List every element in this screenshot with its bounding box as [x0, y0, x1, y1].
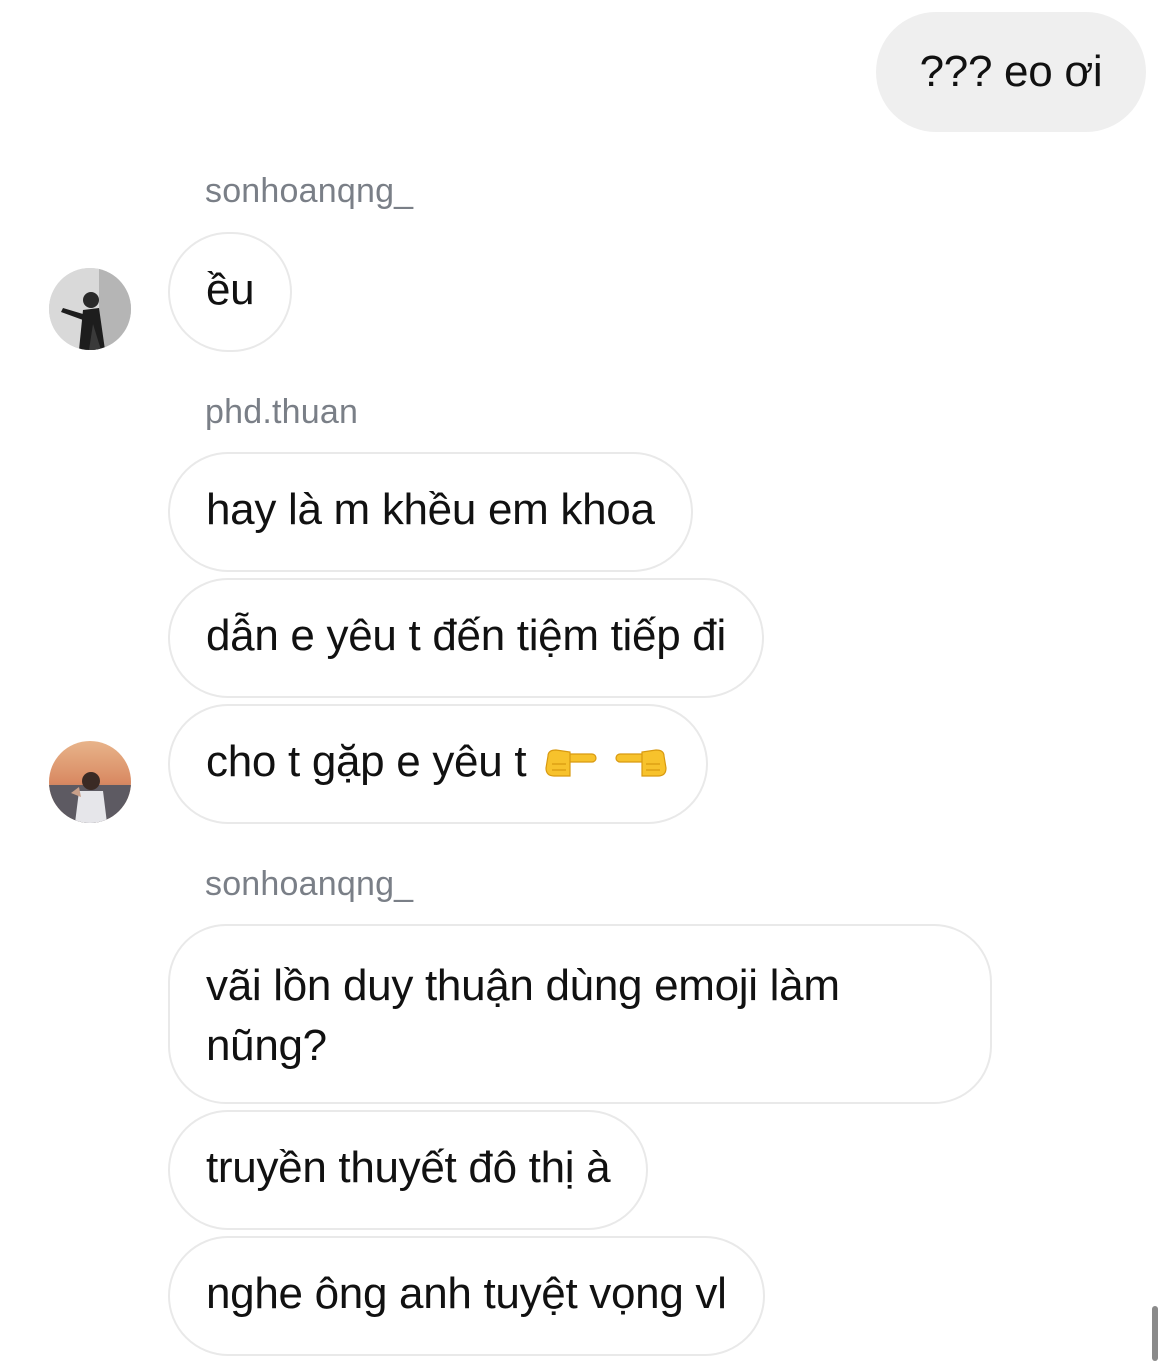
- incoming-message[interactable]: vãi lồn duy thuận dùng emoji làm nũng?: [168, 924, 992, 1104]
- sender-name: sonhoanqng_: [205, 865, 414, 903]
- message-text: truyền thuyết đô thị à: [206, 1143, 611, 1192]
- message-text: ều: [206, 265, 255, 314]
- message-text: ??? eo ơi: [919, 47, 1103, 96]
- message-text: nghe ông anh tuyệt vọng vl: [206, 1269, 727, 1318]
- pointing-right-icon: [542, 736, 598, 796]
- avatar-sonhoanqng[interactable]: [49, 268, 131, 350]
- incoming-message[interactable]: dẫn e yêu t đến tiệm tiếp đi: [168, 578, 764, 698]
- message-text: vãi lồn duy thuận dùng emoji làm nũng?: [206, 961, 840, 1070]
- incoming-message[interactable]: truyền thuyết đô thị à: [168, 1110, 649, 1230]
- incoming-message[interactable]: nghe ông anh tuyệt vọng vl: [168, 1236, 765, 1356]
- incoming-message[interactable]: ều: [168, 232, 293, 352]
- message-text: cho t gặp e yêu t: [206, 737, 527, 786]
- incoming-message[interactable]: cho t gặp e yêu t: [168, 704, 709, 824]
- sender-name: sonhoanqng_: [205, 172, 414, 210]
- avatar-photo: [49, 741, 131, 823]
- sender-name: phd.thuan: [205, 393, 359, 431]
- message-text: dẫn e yêu t đến tiệm tiếp đi: [206, 611, 726, 660]
- incoming-message[interactable]: hay là m khều em khoa: [168, 452, 693, 572]
- avatar-phd-thuan[interactable]: [49, 741, 131, 823]
- pointing-left-icon: [614, 736, 670, 796]
- outgoing-message[interactable]: ??? eo ơi: [876, 12, 1146, 132]
- avatar-photo: [49, 268, 131, 350]
- message-text: hay là m khều em khoa: [206, 485, 655, 534]
- scrollbar[interactable]: [1152, 1306, 1158, 1361]
